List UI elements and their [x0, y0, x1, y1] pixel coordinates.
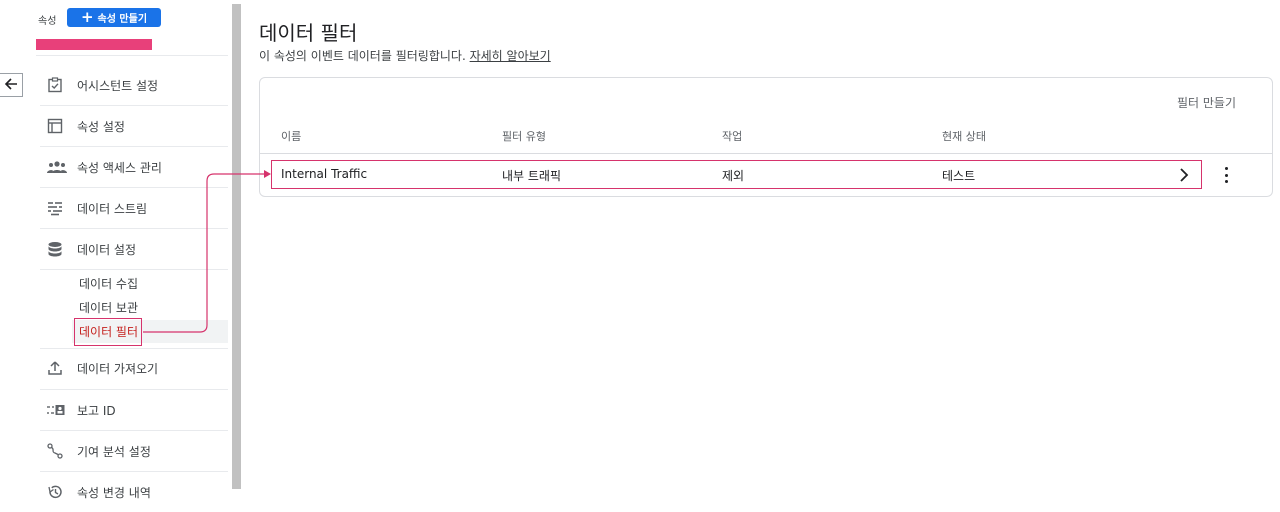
sidebar-item-access-management[interactable]: 속성 액세스 관리 [40, 147, 228, 187]
highlight-box-data-filters [74, 318, 142, 346]
report-id-icon [40, 404, 72, 416]
more-vert-icon[interactable] [1219, 165, 1233, 185]
sidebar-item-label: 보고 ID [77, 403, 116, 418]
divider [40, 269, 228, 270]
page-description: 이 속성의 이벤트 데이터를 필터링합니다. 자세히 알아보기 [259, 47, 551, 64]
sidebar-item-label: 속성 액세스 관리 [77, 160, 162, 175]
divider [36, 55, 228, 56]
sidebar-item-label: 어시스턴트 설정 [77, 78, 159, 93]
history-icon [40, 484, 72, 500]
sidebar-item-property-settings[interactable]: 속성 설정 [40, 106, 228, 146]
sidebar-item-data-settings[interactable]: 데이터 설정 [40, 229, 228, 269]
sidebar-subitem-data-collection[interactable]: 데이터 수집 [79, 275, 138, 292]
learn-more-link[interactable]: 자세히 알아보기 [470, 49, 551, 63]
sidebar: 속성 + 속성 만들기 어시스턴트 설정 속성 설정 속성 액세스 관리 데이터… [0, 0, 232, 511]
plus-icon: + [80, 8, 94, 26]
highlight-box-filter-row [271, 160, 1202, 189]
column-header-filter-type[interactable]: 필터 유형 [502, 128, 546, 144]
upload-icon [40, 360, 72, 376]
create-property-button[interactable]: + 속성 만들기 [67, 8, 161, 27]
sidebar-item-label: 기여 분석 설정 [77, 444, 151, 459]
sidebar-item-label: 속성 설정 [77, 119, 125, 134]
sidebar-subitem-data-retention[interactable]: 데이터 보관 [79, 299, 138, 316]
sidebar-item-data-streams[interactable]: 데이터 스트림 [40, 188, 228, 228]
database-icon [40, 241, 72, 257]
sidebar-item-attribution-settings[interactable]: 기여 분석 설정 [40, 431, 228, 471]
property-label: 속성 [38, 16, 57, 27]
streams-icon [40, 200, 72, 216]
sidebar-item-data-import[interactable]: 데이터 가져오기 [40, 348, 228, 388]
create-filter-button[interactable]: 필터 만들기 [1177, 94, 1236, 111]
column-header-status[interactable]: 현재 상태 [942, 128, 986, 144]
sidebar-item-change-history[interactable]: 속성 변경 내역 [40, 472, 228, 512]
create-property-label: 속성 만들기 [97, 14, 148, 25]
column-header-name[interactable]: 이름 [281, 128, 301, 144]
attribution-icon [40, 443, 72, 459]
sidebar-item-label: 데이터 설정 [77, 242, 137, 257]
column-header-action[interactable]: 작업 [722, 128, 742, 144]
sidebar-item-label: 속성 변경 내역 [77, 485, 151, 500]
sidebar-item-reporting-id[interactable]: 보고 ID [40, 390, 228, 430]
back-button[interactable] [0, 73, 23, 97]
sidebar-item-label: 데이터 가져오기 [77, 361, 159, 376]
sidebar-item-label: 데이터 스트림 [77, 201, 148, 216]
arrow-left-icon [4, 76, 18, 95]
description-text: 이 속성의 이벤트 데이터를 필터링합니다. [259, 49, 466, 63]
people-icon [40, 160, 72, 174]
settings-window-icon [40, 118, 72, 134]
table-header-divider [260, 153, 1272, 154]
redacted-property-name [36, 39, 152, 50]
sidebar-scrollbar[interactable] [232, 4, 241, 489]
sidebar-item-assistant-settings[interactable]: 어시스턴트 설정 [40, 65, 228, 105]
clipboard-check-icon [40, 77, 72, 93]
page-title: 데이터 필터 [259, 21, 358, 45]
